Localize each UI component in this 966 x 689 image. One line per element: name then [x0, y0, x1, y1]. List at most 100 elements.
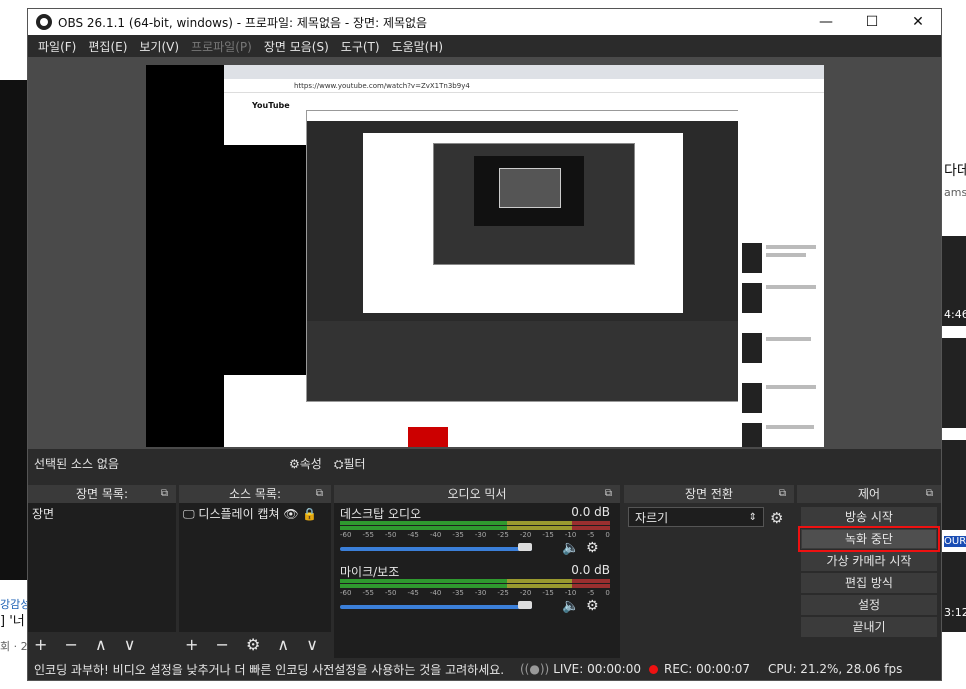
obs-logo-icon	[36, 14, 52, 30]
transitions-title: 장면 전환	[685, 487, 733, 501]
controls-dock: 제어 ⧉ 방송 시작 녹화 중단 가상 카메라 시작 편집 방식 설정 끝내기	[797, 485, 941, 658]
gear-icon[interactable]: ⚙	[770, 509, 783, 527]
stop-recording-button[interactable]: 녹화 중단	[798, 526, 940, 552]
window-title: OBS 26.1.1 (64-bit, windows) - 프로파일: 제목없…	[58, 15, 428, 30]
menu-view[interactable]: 보기(V)	[139, 38, 179, 55]
studio-mode-button[interactable]: 편집 방식	[801, 573, 937, 593]
start-streaming-button[interactable]: 방송 시작	[801, 507, 937, 527]
sources-list[interactable]: 🖵 디스플레이 캡쳐 👁 🔒	[179, 503, 331, 632]
mixer-channel-mic: 마이크/보조 0.0 dB -60 -55 -50 -45 -40 -35 -30 -25 -2…	[334, 561, 620, 619]
preview-canvas[interactable]: https://www.youtube.com/watch?v=ZvX1Tn3b…	[146, 65, 824, 447]
source-item[interactable]: 🖵 디스플레이 캡쳐 👁 🔒	[179, 503, 331, 524]
menu-edit[interactable]: 편집(E)	[88, 38, 127, 55]
encoding-warning: 인코딩 과부하! 비디오 설정을 낮추거나 더 빠른 인코딩 사전설정을 사용하…	[34, 662, 505, 677]
speaker-icon[interactable]: 🔈	[562, 598, 579, 614]
channel-name: 데스크탑 오디오	[340, 507, 422, 521]
transitions-header: 장면 전환 ⧉	[624, 485, 794, 503]
menu-profile[interactable]: 프로파일(P)	[191, 38, 252, 55]
sources-header: 소스 목록: ⧉	[179, 485, 331, 503]
volume-meter	[340, 584, 610, 588]
obs-window: OBS 26.1.1 (64-bit, windows) - 프로파일: 제목없…	[27, 8, 942, 681]
bg-text-right-2: amsu	[944, 186, 966, 199]
exit-button[interactable]: 끝내기	[801, 617, 937, 637]
background-video-left	[0, 80, 27, 580]
gear-icon: ⚙	[289, 456, 300, 471]
maximize-button[interactable]: ☐	[849, 14, 895, 30]
preview-area[interactable]: https://www.youtube.com/watch?v=ZvX1Tn3b…	[28, 57, 941, 449]
transition-select[interactable]: 자르기 ⇕	[628, 507, 764, 527]
bg-thumbnail-4	[942, 552, 966, 632]
scenes-list[interactable]: 장면	[28, 503, 176, 632]
properties-button[interactable]: ⚙속성	[289, 455, 322, 472]
bg-text-right-4: OUR	[944, 536, 966, 547]
mixer-body: 데스크탑 오디오 0.0 dB -60 -55 -50 -45 -40 -35 -30 -25…	[334, 503, 620, 658]
menu-help[interactable]: 도움말(H)	[392, 38, 444, 55]
volume-meter	[340, 526, 610, 530]
menu-bar: 파일(F) 편집(E) 보기(V) 프로파일(P) 장면 모음(S) 도구(T)…	[28, 35, 941, 57]
sources-toolbar[interactable]: + − ⚙ ∧ ∨	[179, 632, 331, 658]
volume-slider-handle[interactable]	[518, 601, 532, 609]
menu-tools[interactable]: 도구(T)	[341, 38, 380, 55]
capture-red-element	[408, 427, 448, 447]
controls-header: 제어 ⧉	[797, 485, 941, 503]
minimize-button[interactable]: —	[803, 14, 849, 30]
bg-text-right-5: 3:12	[944, 606, 966, 619]
volume-slider[interactable]	[340, 547, 532, 551]
capture-sidebar	[738, 93, 824, 447]
transition-selected-value: 자르기	[635, 511, 669, 525]
rec-status: REC: 00:00:07	[648, 662, 751, 676]
background-left: 강감성 ] '너 회 · 2	[0, 0, 27, 689]
channel-db: 0.0 dB	[571, 505, 610, 519]
spinner-icon: ⇕	[748, 512, 757, 523]
capture-address-bar: https://www.youtube.com/watch?v=ZvX1Tn3b…	[224, 79, 824, 93]
menu-scene-collection[interactable]: 장면 모음(S)	[264, 38, 329, 55]
undock-icon[interactable]: ⧉	[605, 485, 612, 503]
close-button[interactable]: ✕	[895, 14, 941, 30]
source-item-label: 디스플레이 캡쳐	[198, 507, 280, 521]
audio-mixer-dock: 오디오 믹서 ⧉ 데스크탑 오디오 0.0 dB -60 -55 -50 -45 -40-…	[334, 485, 620, 658]
volume-slider-handle[interactable]	[518, 543, 532, 551]
bg-text-right-1: 다데	[944, 163, 966, 179]
undock-icon[interactable]: ⧉	[779, 485, 786, 503]
selected-source-label: 선택된 소스 없음	[34, 456, 119, 471]
sources-title: 소스 목록:	[228, 487, 282, 501]
background-right: 다데 amsu 4:46 OUR 3:12	[942, 0, 966, 689]
undock-icon[interactable]: ⧉	[926, 485, 933, 503]
eye-icon[interactable]: 👁	[283, 507, 298, 521]
rec-time: REC: 00:00:07	[663, 662, 751, 676]
capture-browser-tabs	[224, 65, 824, 79]
menu-file[interactable]: 파일(F)	[38, 38, 76, 55]
settings-button[interactable]: 설정	[801, 595, 937, 615]
undock-icon[interactable]: ⧉	[161, 485, 168, 503]
start-virtual-camera-button[interactable]: 가상 카메라 시작	[801, 551, 937, 571]
status-bar: 인코딩 과부하! 비디오 설정을 낮추거나 더 빠른 인코딩 사전설정을 사용하…	[28, 658, 941, 680]
scene-item[interactable]: 장면	[28, 503, 176, 524]
bg-text-right-3: 4:46	[944, 308, 966, 321]
controls-body: 방송 시작 녹화 중단 가상 카메라 시작 편집 방식 설정 끝내기	[797, 503, 941, 658]
bg-thumbnail-2	[942, 338, 966, 428]
speaker-icon[interactable]: 🔈	[562, 540, 579, 556]
broadcast-icon: ((●))	[520, 662, 550, 676]
transitions-body: 자르기 ⇕ ⚙	[624, 503, 794, 658]
scenes-dock: 장면 목록: ⧉ 장면 + − ∧ ∨	[28, 485, 176, 658]
filters-button[interactable]: ⛭필터	[334, 455, 366, 472]
properties-label: 속성	[299, 456, 322, 471]
cpu-status: CPU: 21.2%, 28.06 fps	[768, 662, 903, 676]
sources-dock: 소스 목록: ⧉ 🖵 디스플레이 캡쳐 👁 🔒 + − ⚙ ∧ ∨	[179, 485, 331, 658]
scenes-toolbar[interactable]: + − ∧ ∨	[28, 632, 176, 658]
mixer-title: 오디오 믹서	[447, 487, 507, 501]
scenes-header: 장면 목록: ⧉	[28, 485, 176, 503]
capture-youtube-logo: YouTube	[252, 101, 290, 110]
mixer-header: 오디오 믹서 ⧉	[334, 485, 620, 503]
undock-icon[interactable]: ⧉	[316, 485, 323, 503]
gear-icon[interactable]: ⚙	[586, 540, 599, 556]
bg-text-left-3: 회 · 2	[0, 640, 27, 653]
volume-slider[interactable]	[340, 605, 532, 609]
transitions-dock: 장면 전환 ⧉ 자르기 ⇕ ⚙	[624, 485, 794, 658]
channel-db: 0.0 dB	[571, 563, 610, 577]
bg-text-left-2: ] '너	[0, 614, 25, 629]
mixer-channel-desktop: 데스크탑 오디오 0.0 dB -60 -55 -50 -45 -40 -35 -30 -25…	[334, 503, 620, 561]
title-bar[interactable]: OBS 26.1.1 (64-bit, windows) - 프로파일: 제목없…	[28, 9, 941, 35]
gear-icon[interactable]: ⚙	[586, 598, 599, 614]
lock-icon[interactable]: 🔒	[302, 507, 317, 521]
